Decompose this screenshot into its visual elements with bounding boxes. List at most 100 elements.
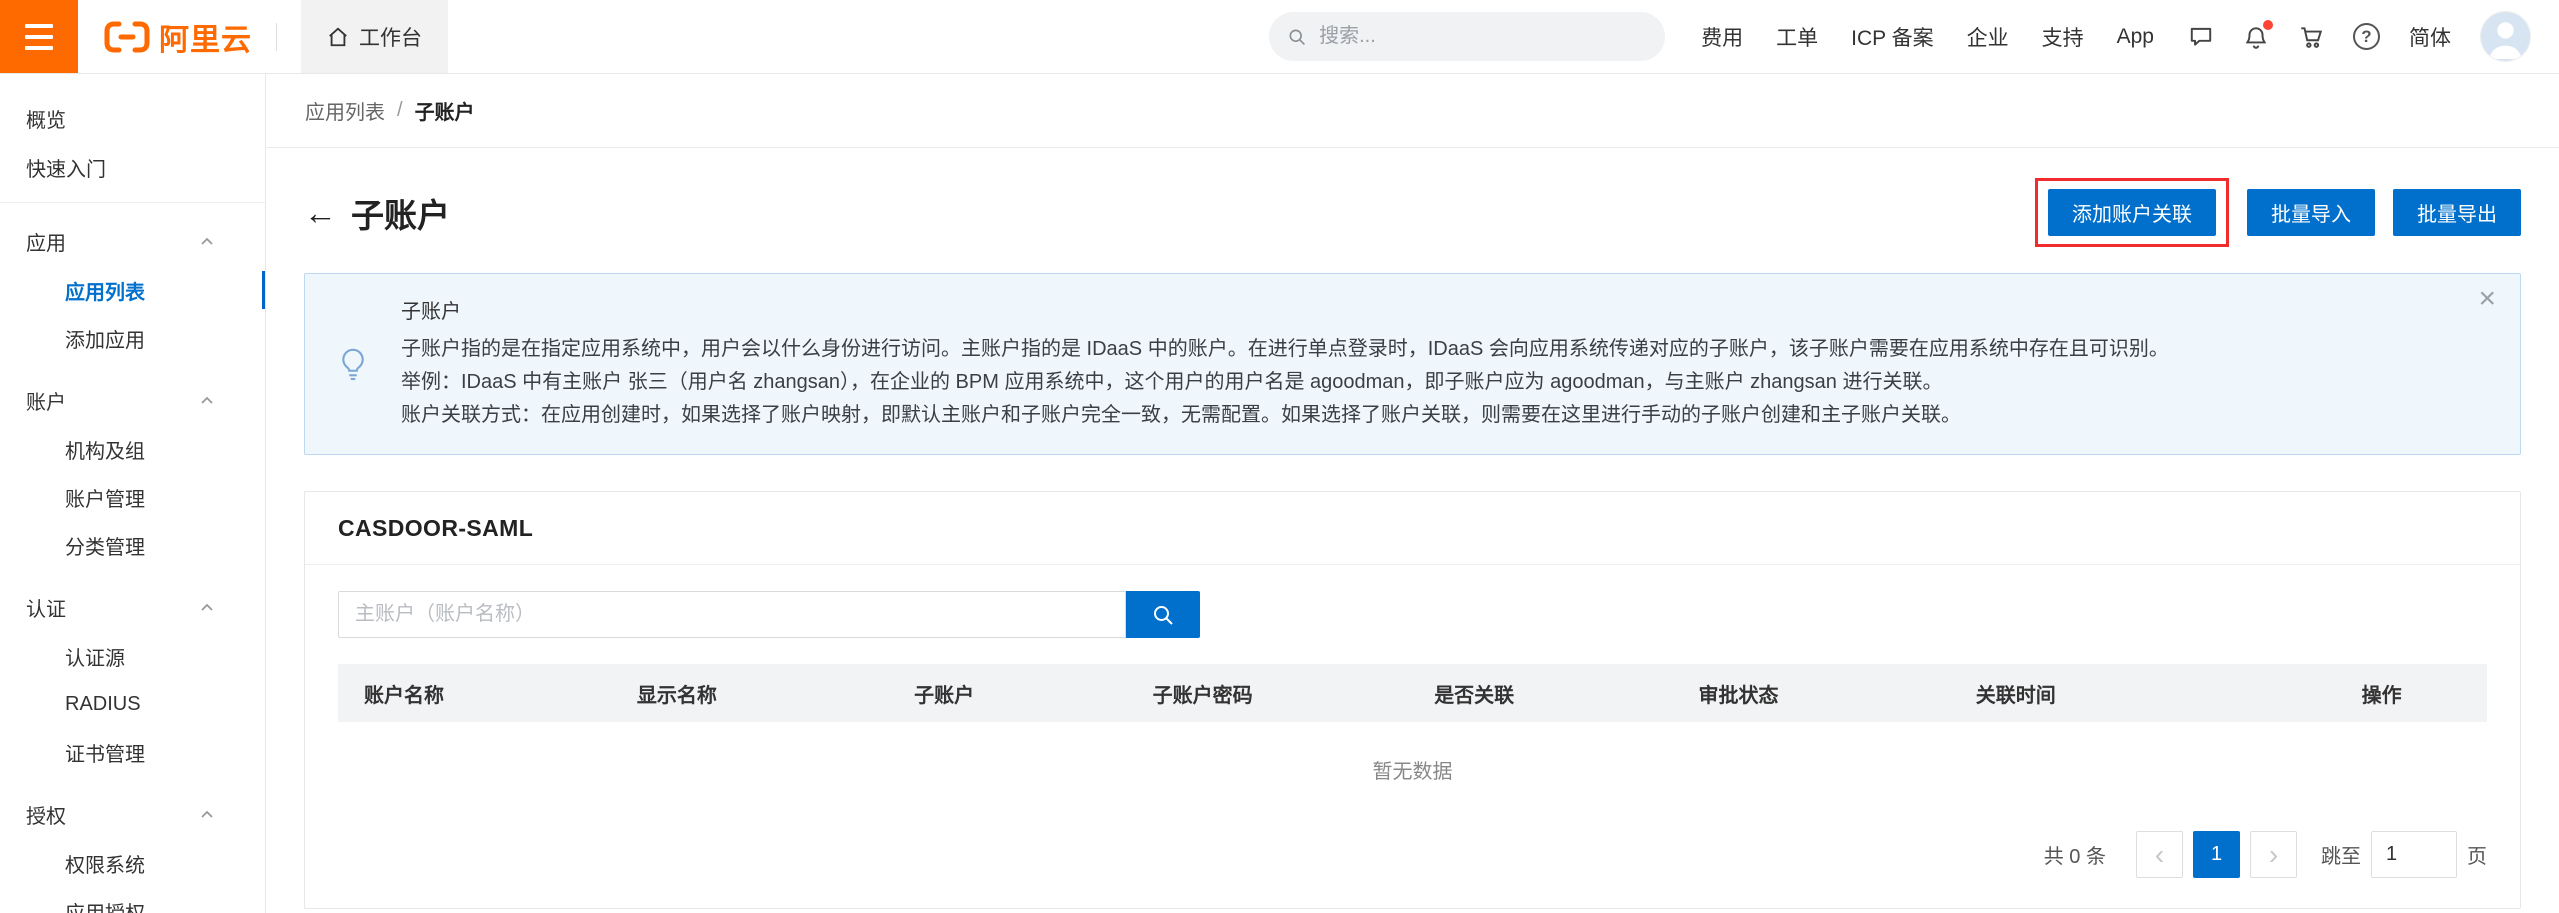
prev-page-button[interactable]: ‹	[2136, 831, 2183, 878]
topbar-search-input[interactable]	[1317, 24, 1647, 49]
workbench-button[interactable]: 工作台	[301, 0, 448, 73]
card-body: 账户名称 显示名称 子账户 子账户密码 是否关联 审批状态 关联时间 操作 暂无…	[305, 565, 2520, 908]
page-actions: 添加账户关联 批量导入 批量导出	[2035, 178, 2521, 247]
app-root: 阿里云 工作台 费用 工单 ICP 备案 企业 支持 App	[0, 0, 2559, 913]
user-avatar[interactable]	[2480, 11, 2531, 62]
search-icon	[1287, 26, 1307, 48]
info-banner-line: 举例：IDaaS 中有主账户 张三（用户名 zhangsan），在企业的 BPM…	[401, 366, 2456, 399]
sidebar-item-auth-source[interactable]: 认证源	[0, 632, 265, 680]
total-count: 共 0 条	[2044, 840, 2106, 869]
batch-import-button[interactable]: 批量导入	[2247, 189, 2375, 236]
column-header-linked: 是否关联	[1408, 679, 1672, 708]
topbar-link-enterprise[interactable]: 企业	[1967, 22, 2009, 52]
sidebar-item-quickstart[interactable]: 快速入门	[0, 143, 265, 192]
breadcrumb-current: 子账户	[415, 96, 475, 125]
sidebar-item-category-management[interactable]: 分类管理	[0, 521, 265, 569]
app-sub-account-card: CASDOOR-SAML 账户名称	[304, 491, 2521, 909]
sidebar-group-application[interactable]: 应用	[0, 217, 265, 266]
chevron-up-icon	[199, 600, 215, 616]
info-banner-line: 账户关联方式：在应用创建时，如果选择了账户映射，即默认主账户和子账户完全一致，无…	[401, 399, 2456, 432]
column-header-sub-account-password: 子账户密码	[1127, 679, 1409, 708]
aliyun-logo-text: 阿里云	[159, 15, 252, 59]
column-header-actions: 操作	[2276, 679, 2487, 708]
breadcrumb: 应用列表 / 子账户	[266, 74, 2559, 148]
chevron-up-icon	[199, 807, 215, 823]
sidebar-item-app-list[interactable]: 应用列表	[0, 266, 265, 314]
notification-dot	[2263, 20, 2273, 30]
next-page-button[interactable]: ›	[2250, 831, 2297, 878]
account-search-input[interactable]	[338, 591, 1126, 638]
sidebar-group-label: 应用	[26, 227, 66, 256]
hamburger-line	[25, 24, 53, 28]
hamburger-line	[25, 46, 53, 50]
page-title: 子账户	[351, 189, 450, 237]
topbar-search[interactable]	[1269, 12, 1665, 61]
aliyun-logo-icon	[104, 21, 150, 53]
sidebar-item-permission-system[interactable]: 权限系统	[0, 839, 265, 887]
sidebar-item-app-authorization[interactable]: 应用授权	[0, 887, 265, 913]
topbar-link-app[interactable]: App	[2117, 25, 2154, 49]
sidebar: 概览 快速入门 应用 应用列表 添加应用 账户 机构及组 账户管理 分类管理 认…	[0, 74, 266, 913]
info-banner-title: 子账户	[401, 296, 2456, 329]
hamburger-line	[25, 35, 53, 39]
back-arrow-icon[interactable]: ←	[304, 196, 337, 229]
topbar-divider	[276, 23, 277, 51]
table-search-bar	[338, 591, 2487, 638]
accounts-table: 账户名称 显示名称 子账户 子账户密码 是否关联 审批状态 关联时间 操作 暂无…	[338, 664, 2487, 817]
topbar: 阿里云 工作台 费用 工单 ICP 备案 企业 支持 App	[0, 0, 2559, 74]
sidebar-group-authentication[interactable]: 认证	[0, 583, 265, 632]
sidebar-item-account-management[interactable]: 账户管理	[0, 473, 265, 521]
topbar-link-support[interactable]: 支持	[2042, 22, 2084, 52]
sidebar-item-add-app[interactable]: 添加应用	[0, 314, 265, 362]
chevron-up-icon	[199, 234, 215, 250]
sidebar-item-overview[interactable]: 概览	[0, 94, 265, 143]
lightbulb-icon	[305, 296, 401, 432]
topbar-link-billing[interactable]: 费用	[1701, 22, 1743, 52]
jump-label: 跳至	[2321, 840, 2361, 869]
hamburger-menu-button[interactable]	[0, 0, 78, 73]
page-unit-label: 页	[2467, 840, 2487, 869]
sidebar-group-label: 账户	[26, 386, 66, 415]
notification-bell-icon[interactable]	[2243, 24, 2269, 50]
locale-switcher[interactable]: 简体	[2409, 22, 2451, 52]
column-header-link-time: 关联时间	[1950, 679, 2277, 708]
empty-state: 暂无数据	[338, 722, 2487, 817]
workbench-label: 工作台	[359, 22, 422, 52]
topbar-link-tickets[interactable]: 工单	[1776, 22, 1818, 52]
main-layout: 概览 快速入门 应用 应用列表 添加应用 账户 机构及组 账户管理 分类管理 认…	[0, 74, 2559, 913]
column-header-sub-account: 子账户	[888, 679, 1127, 708]
info-banner: 子账户 子账户指的是在指定应用系统中，用户会以什么身份进行访问。主账户指的是 I…	[304, 273, 2521, 455]
jump-page-input[interactable]	[2371, 831, 2457, 878]
column-header-approval-status: 审批状态	[1673, 679, 1950, 708]
current-page-button[interactable]: 1	[2193, 831, 2240, 878]
message-icon[interactable]	[2188, 24, 2214, 50]
sidebar-item-cert-management[interactable]: 证书管理	[0, 728, 265, 776]
info-banner-line: 子账户指的是在指定应用系统中，用户会以什么身份进行访问。主账户指的是 IDaaS…	[401, 333, 2456, 366]
pagination: 共 0 条 ‹ 1 › 跳至 页	[338, 831, 2487, 878]
help-icon[interactable]: ?	[2353, 23, 2380, 50]
chevron-up-icon	[199, 393, 215, 409]
close-icon[interactable]: ×	[2478, 284, 2496, 314]
sidebar-item-radius[interactable]: RADIUS	[0, 680, 265, 728]
sidebar-item-org-groups[interactable]: 机构及组	[0, 425, 265, 473]
column-header-account-name: 账户名称	[338, 679, 611, 708]
aliyun-logo[interactable]: 阿里云	[104, 15, 252, 59]
page-header: ← 子账户 添加账户关联 批量导入 批量导出	[304, 178, 2521, 247]
batch-export-button[interactable]: 批量导出	[2393, 189, 2521, 236]
card-title: CASDOOR-SAML	[305, 492, 2520, 565]
column-header-display-name: 显示名称	[611, 679, 888, 708]
sidebar-group-authorization[interactable]: 授权	[0, 790, 265, 839]
info-banner-text: 子账户 子账户指的是在指定应用系统中，用户会以什么身份进行访问。主账户指的是 I…	[401, 296, 2456, 432]
table-search-button[interactable]	[1126, 591, 1200, 638]
search-icon	[1151, 603, 1175, 627]
topbar-link-icp[interactable]: ICP 备案	[1851, 22, 1933, 52]
breadcrumb-separator: /	[397, 99, 403, 122]
content-body: ← 子账户 添加账户关联 批量导入 批量导出	[266, 148, 2559, 913]
cart-icon[interactable]	[2298, 24, 2324, 50]
sidebar-group-label: 认证	[26, 593, 66, 622]
sidebar-group-label: 授权	[26, 800, 66, 829]
add-account-link-button[interactable]: 添加账户关联	[2048, 189, 2216, 236]
sidebar-divider	[0, 202, 265, 203]
breadcrumb-parent[interactable]: 应用列表	[305, 96, 385, 125]
sidebar-group-account[interactable]: 账户	[0, 376, 265, 425]
